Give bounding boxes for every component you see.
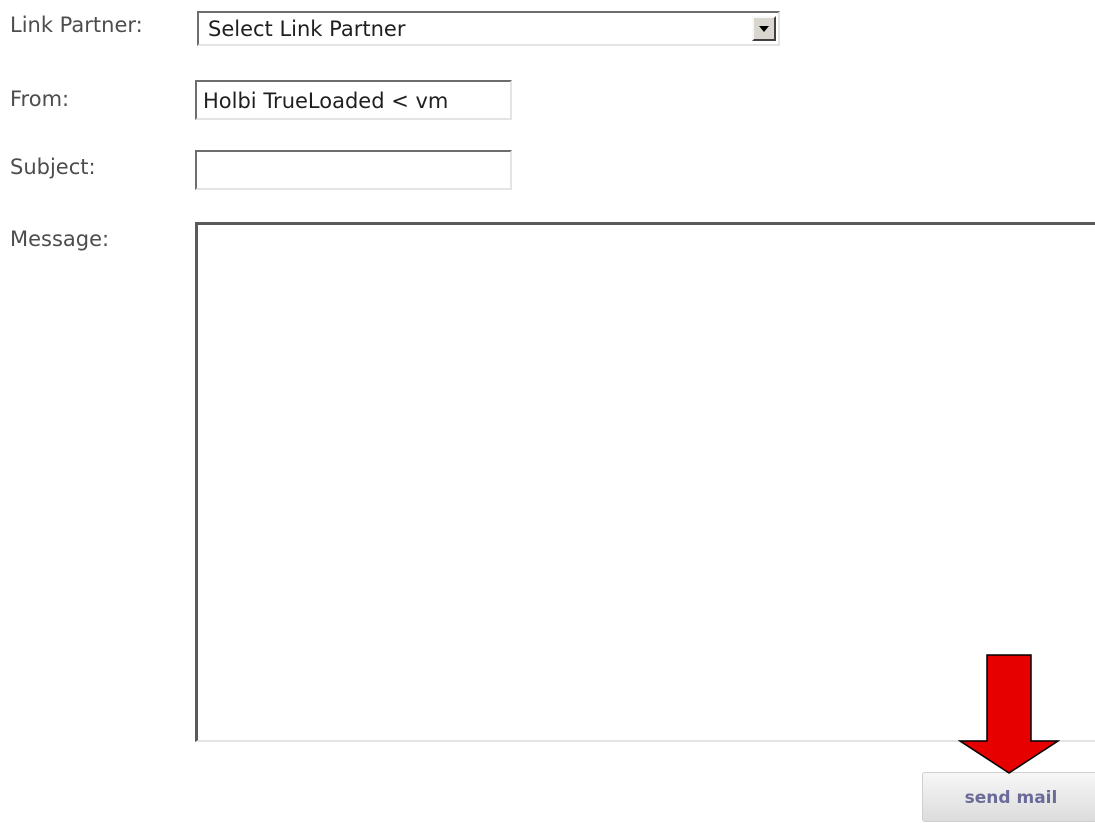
- subject-label: Subject:: [10, 155, 96, 179]
- message-label: Message:: [10, 227, 110, 251]
- from-field-value: Holbi TrueLoaded < vm: [203, 89, 449, 113]
- link-partner-select[interactable]: Select Link Partner: [197, 11, 780, 46]
- from-label: From:: [10, 87, 70, 111]
- send-mail-button[interactable]: send mail: [922, 772, 1095, 822]
- down-arrow-icon: [958, 654, 1060, 774]
- arrow-shape: [958, 654, 1060, 774]
- link-partner-label: Link Partner:: [10, 13, 143, 37]
- subject-field[interactable]: [195, 150, 512, 190]
- chevron-down-icon[interactable]: [752, 16, 776, 41]
- link-partner-selected-value: Select Link Partner: [208, 17, 406, 41]
- from-field[interactable]: Holbi TrueLoaded < vm: [195, 80, 512, 120]
